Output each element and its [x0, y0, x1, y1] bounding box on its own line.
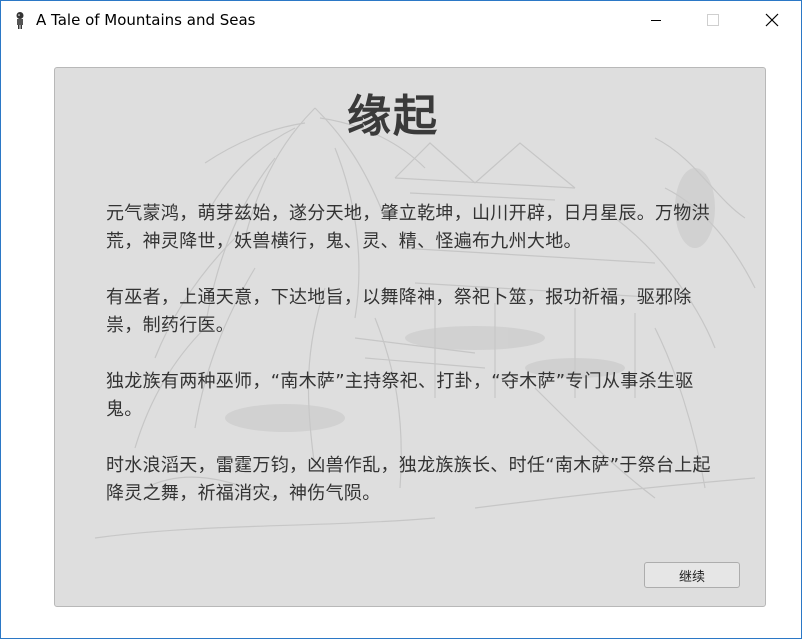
app-window: A Tale of Mountains and Seas 缘起 元气蒙鸿，萌芽兹… — [0, 0, 802, 639]
story-panel: 缘起 元气蒙鸿，萌芽兹始，遂分天地，肇立乾坤，山川开辟，日月星辰。万物洪荒，神灵… — [54, 67, 766, 607]
story-paragraph: 独龙族有两种巫师，“南木萨”主持祭祀、打卦，“夺木萨”专门从事杀生驱鬼。 — [106, 371, 694, 420]
title-bar[interactable]: A Tale of Mountains and Seas — [1, 1, 801, 39]
app-figure-icon — [16, 12, 24, 29]
window-title: A Tale of Mountains and Seas — [36, 11, 256, 29]
chapter-heading: 缘起 — [347, 91, 439, 142]
minimize-button[interactable] — [633, 1, 679, 39]
maximize-icon — [707, 14, 719, 26]
story-paragraph: 元气蒙鸿，萌芽兹始，遂分天地，肇立乾坤，山川开辟，日月星辰。万物洪荒，神灵降世，… — [106, 203, 710, 252]
continue-button[interactable]: 继续 — [644, 562, 740, 588]
close-icon — [765, 13, 779, 27]
minimize-icon — [651, 20, 661, 21]
maximize-button[interactable] — [690, 1, 736, 39]
close-button[interactable] — [749, 1, 795, 39]
story-text: 元气蒙鸿，萌芽兹始，遂分天地，肇立乾坤，山川开辟，日月星辰。万物洪荒，神灵降世，… — [106, 200, 726, 536]
story-paragraph: 有巫者，上通天意，下达地旨，以舞降神，祭祀卜筮，报功祈福，驱邪除祟，制药行医。 — [106, 287, 692, 336]
story-paragraph: 时水浪滔天，雷霆万钧，凶兽作乱，独龙族族长、时任“南木萨”于祭台上起降灵之舞，祈… — [106, 455, 711, 504]
